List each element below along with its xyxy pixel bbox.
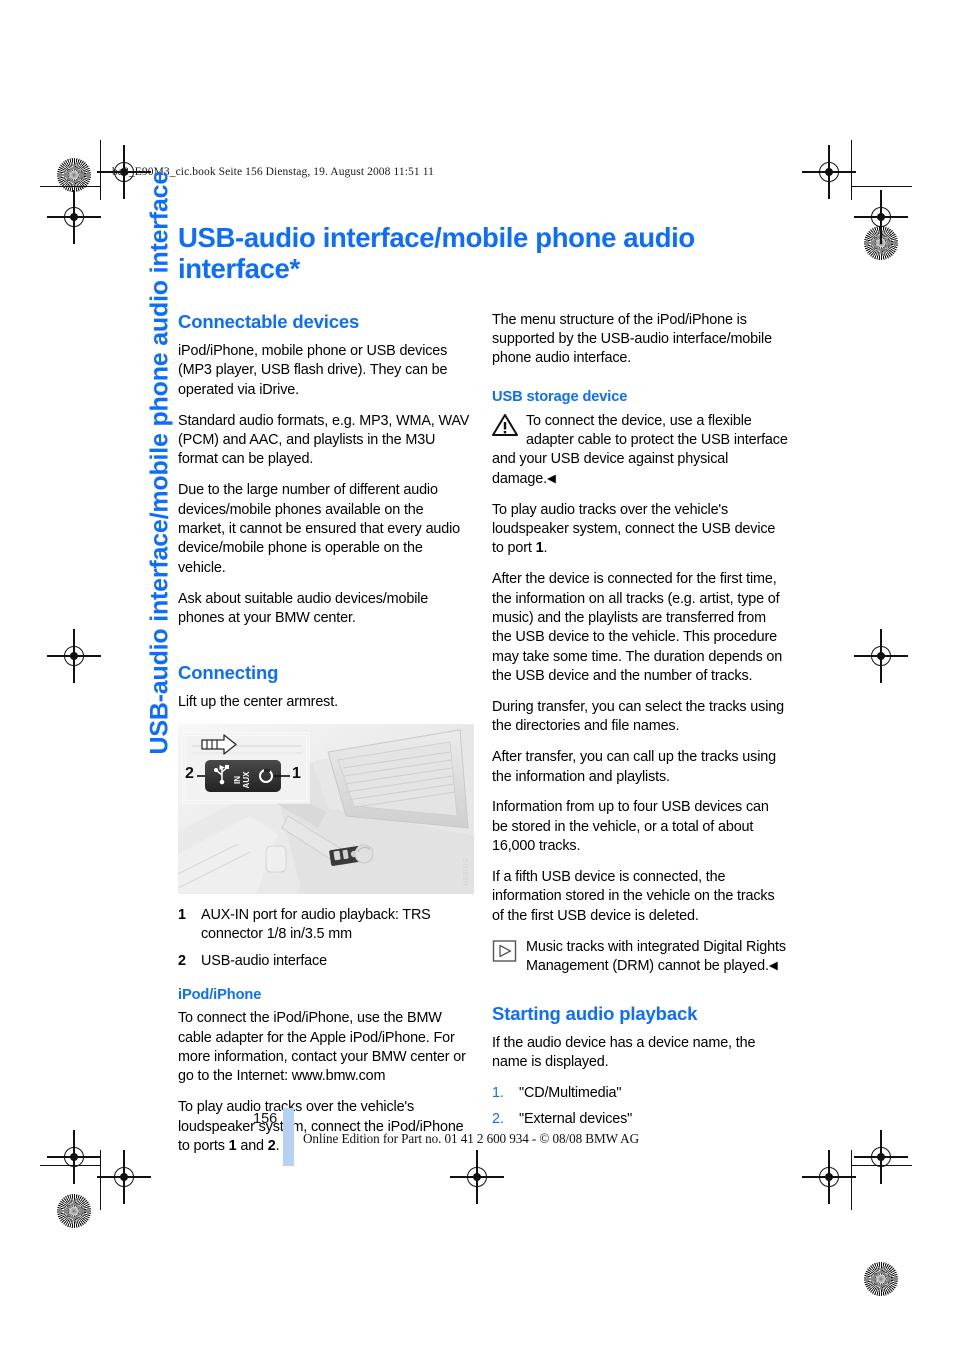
trim-line-left-vertical <box>100 140 102 200</box>
aux-in-label: IN <box>233 776 242 784</box>
step-item: 1. "CD/Multimedia" <box>492 1084 788 1103</box>
warning-notice: To connect the device, use a flexible ad… <box>492 412 788 490</box>
crosshair-mark-bottom-left <box>97 1150 151 1204</box>
rosette-mark-bottom-left <box>57 1194 91 1228</box>
figure-watermark: U5B/US <box>463 858 470 886</box>
step-number: 1. <box>492 1085 504 1102</box>
ordered-steps: 1. "CD/Multimedia" 2. "External devices" <box>492 1084 788 1129</box>
step-text: "External devices" <box>519 1110 633 1127</box>
heading-ipod-iphone: iPod/iPhone <box>178 986 262 1003</box>
crosshair-mark-right-lower <box>854 1130 908 1184</box>
left-column: Connectable devices iPod/iPhone, mobile … <box>178 311 474 1157</box>
crosshair-mark-right-mid <box>854 629 908 683</box>
footer-accent-bar <box>283 1108 294 1166</box>
paragraph-menu-structure: The menu structure of the iPod/iPhone is… <box>492 311 772 367</box>
step-text: "CD/Multimedia" <box>519 1085 622 1102</box>
figure-legend: 1 AUX-IN port for audio playback: TRS co… <box>178 906 474 971</box>
paragraph-fifth-device: If a fifth USB device is connected, the … <box>492 869 775 924</box>
legend-text: USB-audio interface <box>201 952 327 969</box>
rosette-mark-bottom-right <box>864 1262 898 1296</box>
figure-callout-2: 2 <box>185 764 194 782</box>
paragraph-audio-formats: Standard audio formats, e.g. MP3, WMA, W… <box>178 412 470 468</box>
trim-line-bottom-right-vertical <box>851 1150 853 1210</box>
paragraph-storage-capacity: Information from up to four USB devices … <box>492 799 769 855</box>
note-play-icon <box>492 939 518 963</box>
paragraph-after-transfer: After transfer, you can call up the trac… <box>492 749 776 785</box>
crosshair-mark-left-upper <box>47 190 101 244</box>
paragraph-during-transfer: During transfer, you can select the trac… <box>492 698 784 735</box>
svg-text:AUX: AUX <box>242 771 251 789</box>
port-ref-2: 2 <box>267 1137 276 1154</box>
crosshair-mark-bottom-center <box>450 1150 504 1204</box>
legend-text: AUX-IN port for audio playback: TRS conn… <box>201 906 431 943</box>
step-number: 2. <box>492 1110 504 1127</box>
paragraph-device-name: If the audio device has a device name, t… <box>492 1035 756 1071</box>
crosshair-mark-right-upper <box>854 190 908 244</box>
notice-end-marker: ◀ <box>546 472 556 485</box>
legend-item: 1 AUX-IN port for audio playback: TRS co… <box>178 906 474 945</box>
legend-number: 1 <box>178 906 186 923</box>
heading-connecting: Connecting <box>178 661 279 683</box>
figure-illustration: IN AUX <box>178 723 474 894</box>
notice-end-marker: ◀ <box>768 960 778 973</box>
page-content: USB-audio interface/mobile phone audio i… <box>178 222 793 1156</box>
note-text: Music tracks with integrated Digital Rig… <box>526 938 786 975</box>
crosshair-mark-top-right <box>802 145 856 199</box>
trim-line-bottom-left-vertical <box>100 1150 102 1210</box>
paragraph-ask-bmw-center: Ask about suitable audio devices/mobile … <box>178 590 429 626</box>
text-run: . <box>275 1137 280 1154</box>
paragraph-usb-port: To play audio tracks over the vehicle's … <box>492 501 788 559</box>
crosshair-mark-left-lower <box>47 1130 101 1184</box>
paragraph-ipod-adapter: To connect the iPod/iPhone, use the BMW … <box>178 1010 466 1085</box>
paragraph-first-connection: After the device is connected for the fi… <box>492 571 783 685</box>
trim-line-bottom-horizontal <box>40 1165 100 1167</box>
heading-usb-storage-device: USB storage device <box>492 389 628 406</box>
figure-center-console: IN AUX 2 1 U5B/US <box>178 723 474 894</box>
info-notice: Music tracks with integrated Digital Rig… <box>492 938 788 977</box>
trim-line-right-vertical <box>851 140 853 200</box>
port-ref-1: 1 <box>228 1137 237 1154</box>
legend-item: 2 USB-audio interface <box>178 952 474 971</box>
two-column-layout: Connectable devices iPod/iPhone, mobile … <box>178 311 793 1157</box>
chapter-side-tab: USB-audio interface/mobile phone audio i… <box>145 170 174 755</box>
legend-number: 2 <box>178 952 186 969</box>
heading-starting-audio-playback: Starting audio playback <box>492 1002 698 1024</box>
trim-line-top-right-horizontal <box>852 186 912 188</box>
trim-line-bottom-right-horizontal <box>852 1165 912 1167</box>
footer-text: Online Edition for Part no. 01 41 2 600 … <box>303 1131 640 1146</box>
text-run: To play audio tracks over the vehicle's … <box>492 501 776 557</box>
paragraph-lift-armrest: Lift up the center armrest. <box>178 693 338 710</box>
trim-line-top-horizontal <box>40 186 100 188</box>
crosshair-mark-left-mid <box>47 629 101 683</box>
paragraph-device-variety: Due to the large number of different aud… <box>178 482 461 576</box>
text-run: . <box>543 540 548 557</box>
right-column: The menu structure of the iPod/iPhone is… <box>492 311 788 1135</box>
page-title: USB-audio interface/mobile phone audio i… <box>178 222 695 285</box>
paragraph-connectable-intro: iPod/iPhone, mobile phone or USB devices… <box>178 342 448 398</box>
figure-callout-1: 1 <box>292 764 301 782</box>
manual-page: ba8_E90M3_cic.book Seite 156 Dienstag, 1… <box>0 0 954 1350</box>
crosshair-mark-bottom-right <box>802 1150 856 1204</box>
page-number: 156 <box>253 1111 278 1127</box>
step-item: 2. "External devices" <box>492 1110 788 1129</box>
warning-text: To connect the device, use a flexible ad… <box>492 412 788 487</box>
text-run: and <box>236 1137 268 1154</box>
warning-triangle-icon <box>492 413 518 437</box>
heading-connectable-devices: Connectable devices <box>178 310 360 332</box>
paragraph-ipod-ports: To play audio tracks over the vehicle's … <box>178 1098 474 1156</box>
